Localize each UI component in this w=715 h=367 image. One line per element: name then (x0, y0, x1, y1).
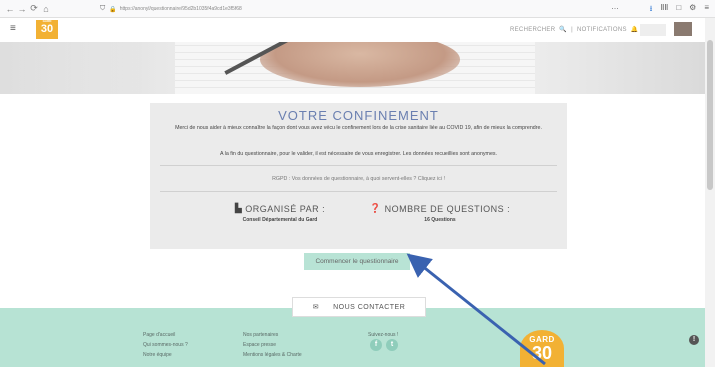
divider (160, 191, 557, 192)
bell-icon[interactable]: 🔔 (631, 26, 639, 33)
intro-text: Merci de nous aider à mieux connaître la… (175, 125, 542, 131)
library-icon[interactable]: ⅡⅡ (660, 3, 668, 17)
footer-gard-logo: GARD 30 (520, 330, 564, 367)
page-actions-icon[interactable]: … (611, 2, 619, 11)
help-icon[interactable]: ! (689, 335, 699, 345)
search-link[interactable]: RECHERCHER (510, 27, 555, 33)
hero-image (0, 42, 705, 94)
footer-link-about[interactable]: Qui sommes-nous ? (143, 340, 188, 350)
browser-toolbar: ← → ⟳ ⌂ ⛉ 🔒 https://anonyl/questionnaire… (0, 0, 715, 18)
footer-link-partners[interactable]: Nos partenaires (243, 330, 302, 340)
menu-icon[interactable]: ≡ (704, 3, 709, 17)
questionnaire-card: VOTRE CONFINEMENT Merci de nous aider à … (150, 103, 567, 249)
organise-value: Conseil Départemental du Gard (242, 217, 318, 223)
question-icon: ❓ (369, 203, 382, 213)
site-header: ≡ GARD 30 RECHERCHER 🔍 | NOTIFICATIONS 🔔 (0, 18, 705, 42)
home-icon[interactable]: ⌂ (40, 4, 52, 14)
divider (160, 165, 557, 166)
footer-link-team[interactable]: Notre équipe (143, 350, 188, 360)
facebook-icon[interactable]: f (370, 339, 382, 351)
footer-logo-number: 30 (531, 343, 553, 363)
footer-link-press[interactable]: Espace presse (243, 340, 302, 350)
page-title: VOTRE CONFINEMENT (278, 108, 439, 123)
footer-link-legal[interactable]: Mentions légales & Charte (243, 350, 302, 360)
organise-label: ORGANISÉ PAR : (245, 203, 326, 214)
logo-small-text: GARD (42, 19, 52, 23)
footer-col-1: Page d'accueil Qui sommes-nous ? Notre é… (143, 330, 188, 360)
contact-label: NOUS CONTACTER (333, 303, 406, 311)
search-icon[interactable]: 🔍 (559, 26, 567, 33)
social-links: f t (370, 339, 398, 351)
reload-icon[interactable]: ⟳ (28, 3, 40, 14)
envelope-icon: ✉ (312, 304, 320, 311)
building-icon: ▙ (234, 203, 243, 213)
questions-value: 16 Questions (424, 217, 456, 223)
download-icon[interactable]: ⭳ (650, 3, 653, 17)
shield-icon: ⛉ (100, 5, 106, 12)
questions-label: NOMBRE DE QUESTIONS : (384, 203, 511, 214)
avatar[interactable] (674, 22, 692, 36)
extensions-icon[interactable]: ⚙ (689, 3, 696, 17)
hamburger-icon[interactable]: ≡ (10, 23, 16, 34)
scrollbar-thumb[interactable] (707, 40, 713, 190)
contact-button[interactable]: ✉ NOUS CONTACTER (292, 297, 426, 317)
logo-text: 30 (40, 23, 54, 35)
note-text: A la fin du questionnaire, pour le valid… (219, 151, 498, 157)
back-icon[interactable]: ← (4, 4, 16, 14)
gard-logo[interactable]: GARD 30 (36, 19, 58, 39)
lock-icon: 🔒 (109, 6, 117, 13)
sidebar-icon[interactable]: □ (676, 3, 681, 17)
start-questionnaire-button[interactable]: Commencer le questionnaire (304, 253, 410, 270)
browser-actions: … ⭳ ⅡⅡ □ ⚙ ≡ (611, 2, 709, 17)
twitter-icon[interactable]: t (386, 339, 398, 351)
footer-link-home[interactable]: Page d'accueil (143, 330, 188, 340)
user-name-redacted (640, 24, 666, 36)
footer-col-2: Nos partenaires Espace presse Mentions l… (243, 330, 302, 360)
header-links: RECHERCHER 🔍 | NOTIFICATIONS 🔔 (510, 26, 639, 34)
questions-block: ❓ NOMBRE DE QUESTIONS : 16 Questions (350, 203, 530, 223)
organise-block: ▙ ORGANISÉ PAR : Conseil Départemental d… (190, 203, 370, 223)
header-separator: | (571, 26, 573, 33)
url-text: https://anonyl/questionnaire/95d2b1035f4… (119, 6, 242, 12)
forward-icon[interactable]: → (16, 4, 28, 14)
address-bar[interactable]: ⛉ 🔒 https://anonyl/questionnaire/95d2b10… (100, 3, 560, 15)
rgpd-link[interactable]: RGPD : Vos données de questionnaire, à q… (160, 176, 557, 182)
hero-shadow (0, 42, 150, 94)
notifications-link[interactable]: NOTIFICATIONS (577, 27, 627, 33)
